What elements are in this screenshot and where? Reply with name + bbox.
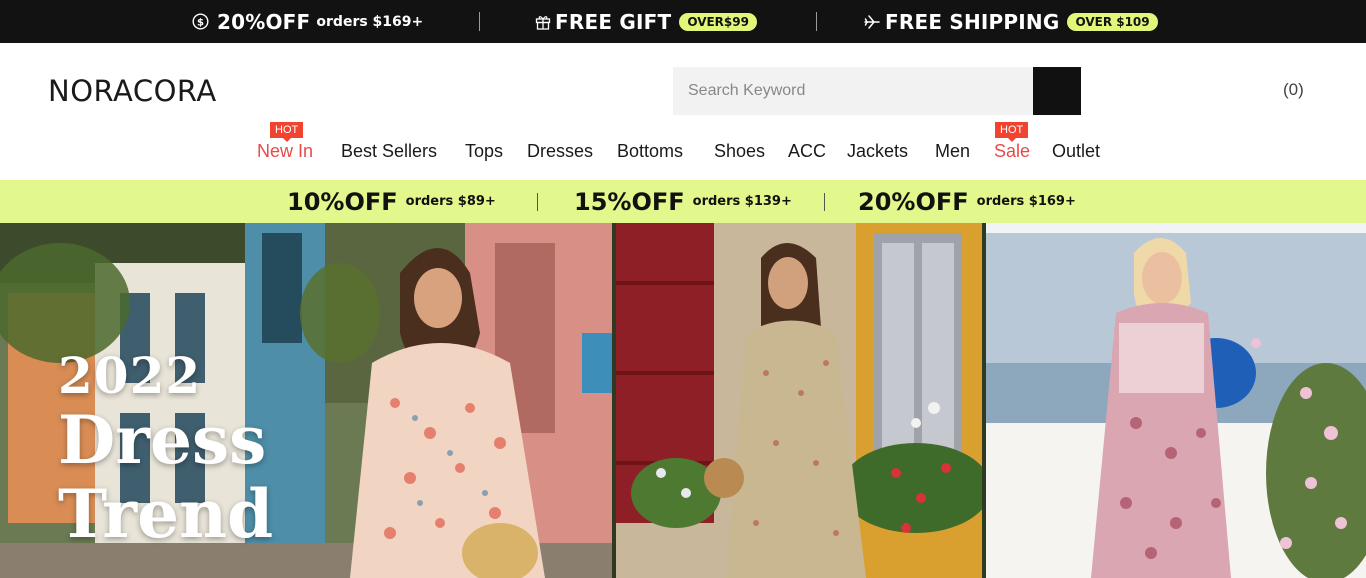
nav-item-tops[interactable]: Tops (465, 141, 503, 162)
nav-item-shoes[interactable]: Shoes (714, 141, 765, 162)
nav-item-best-sellers[interactable]: Best Sellers (341, 141, 437, 162)
main-nav: New In Best Sellers Tops Dresses Bottoms… (0, 141, 1366, 165)
discount-15off[interactable]: 15%OFF orders $139+ (574, 180, 792, 223)
hot-badge: HOT (995, 122, 1029, 142)
discount-divider (537, 193, 538, 211)
promo-free-gift[interactable]: FREE GIFT OVER$99 (535, 0, 757, 43)
dollar-coin-icon: $ (192, 13, 209, 30)
nav-item-sale[interactable]: Sale (994, 141, 1030, 162)
nav-item-acc[interactable]: ACC (788, 141, 826, 162)
cart-count[interactable]: (0) (1283, 80, 1304, 100)
discount-big-text: 20%OFF (858, 187, 969, 216)
promo-pill: OVER $109 (1067, 12, 1158, 31)
nav-item-outlet[interactable]: Outlet (1052, 141, 1100, 162)
discount-small-text: orders $139+ (692, 194, 792, 209)
top-promo-bar: $ 20%OFF orders $169+ FREE GIFT OVER$99 … (0, 0, 1366, 43)
promo-20off[interactable]: $ 20%OFF orders $169+ (192, 0, 423, 43)
discount-small-text: orders $169+ (976, 194, 1076, 209)
discount-20off[interactable]: 20%OFF orders $169+ (858, 180, 1076, 223)
promo-divider (816, 12, 817, 31)
site-logo[interactable]: NORACORA (48, 74, 217, 108)
nav-item-men[interactable]: Men (935, 141, 970, 162)
nav-item-dresses[interactable]: Dresses (527, 141, 593, 162)
plane-icon (864, 14, 881, 30)
discount-divider (824, 193, 825, 211)
hero-photo-window (616, 223, 982, 578)
promo-big-text: FREE GIFT (555, 9, 672, 34)
hero-photo-coast (986, 223, 1366, 578)
promo-small-text: orders $169+ (316, 13, 424, 30)
hero-headline: 2022 Dress Trend (58, 346, 274, 553)
discount-big-text: 10%OFF (287, 187, 398, 216)
nav-item-bottoms[interactable]: Bottoms (617, 141, 683, 162)
hot-badge: HOT (270, 122, 304, 142)
svg-text:$: $ (197, 17, 204, 28)
hero-line-trend: Trend (58, 475, 274, 553)
promo-free-shipping[interactable]: FREE SHIPPING OVER $109 (864, 0, 1158, 43)
promo-pill: OVER$99 (679, 12, 757, 31)
nav-item-jackets[interactable]: Jackets (847, 141, 908, 162)
discount-strip: 10%OFF orders $89+ 15%OFF orders $139+ 2… (0, 180, 1366, 223)
discount-small-text: orders $89+ (405, 194, 496, 209)
gift-icon (535, 14, 551, 30)
search-input[interactable] (673, 67, 1033, 115)
nav-item-new-in[interactable]: New In (257, 141, 313, 162)
promo-divider (479, 12, 480, 31)
hero-banner[interactable]: 2022 Dress Trend (0, 223, 1366, 578)
promo-big-text: FREE SHIPPING (885, 9, 1060, 34)
discount-big-text: 15%OFF (574, 187, 685, 216)
discount-10off[interactable]: 10%OFF orders $89+ (287, 180, 496, 223)
hero-line-dress: Dress (58, 401, 267, 479)
search-button[interactable] (1033, 67, 1081, 115)
promo-big-text: 20%OFF (217, 9, 311, 34)
hero-line-year: 2022 (58, 346, 202, 405)
